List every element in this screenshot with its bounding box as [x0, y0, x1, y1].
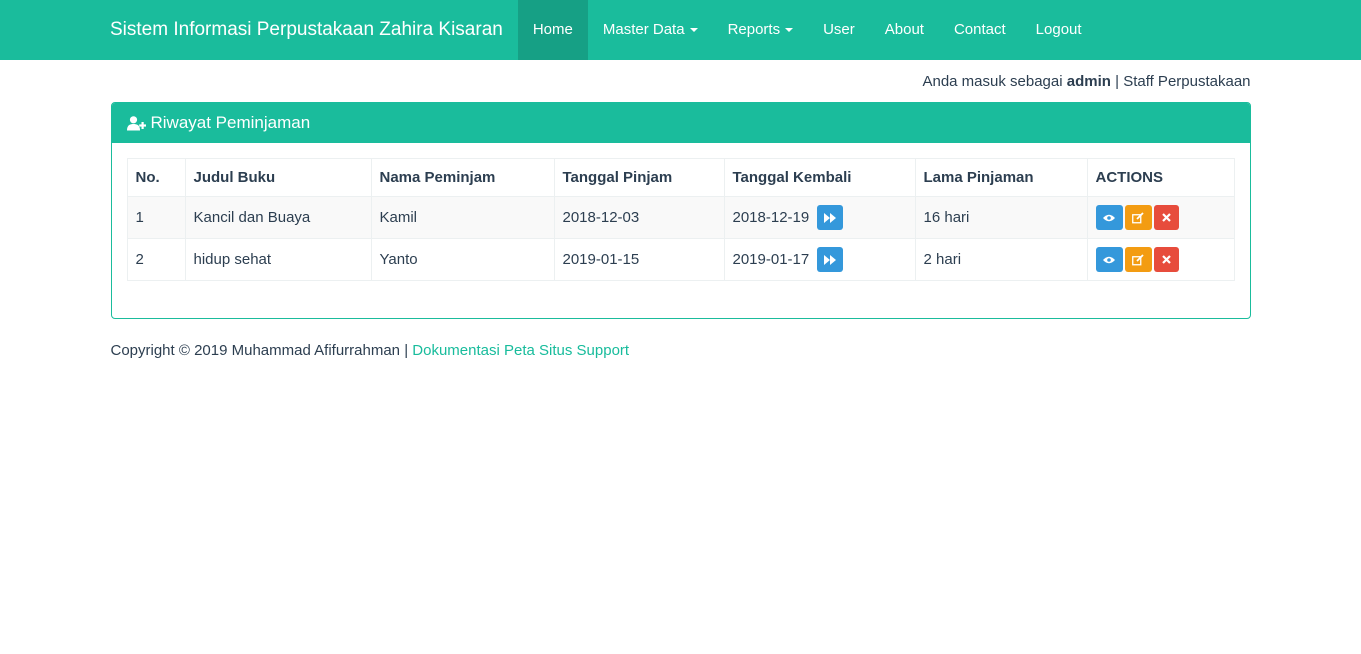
nav-master-data[interactable]: Master Data — [588, 0, 713, 60]
header-actions: ACTIONS — [1086, 158, 1235, 197]
panel-heading: Riwayat Peminjaman — [111, 103, 1250, 143]
nav-contact[interactable]: Contact — [939, 0, 1021, 60]
cell-actions — [1086, 196, 1235, 239]
nav-home[interactable]: Home — [517, 0, 588, 60]
nav-about[interactable]: About — [870, 0, 939, 60]
cell-lama-pinjaman: 2 hari — [914, 238, 1088, 281]
edit-icon — [1132, 211, 1144, 223]
login-info: Anda masuk sebagai admin | Staff Perpust… — [111, 73, 1251, 93]
header-lama-pinjaman: Lama Pinjaman — [914, 158, 1088, 197]
edit-icon — [1132, 253, 1144, 265]
footer-link-peta-situs[interactable]: Peta Situs — [504, 342, 572, 359]
cell-no: 2 — [126, 238, 186, 281]
header-tanggal-kembali: Tanggal Kembali — [723, 158, 916, 197]
return-button[interactable] — [817, 205, 844, 230]
nav-master-data-label: Master Data — [602, 21, 685, 38]
view-button[interactable] — [1095, 205, 1123, 230]
login-username: admin — [1066, 73, 1111, 90]
footer-link-support[interactable]: Support — [577, 342, 630, 359]
header-no: No. — [126, 158, 186, 197]
view-button[interactable] — [1095, 247, 1123, 272]
delete-button[interactable] — [1153, 205, 1179, 230]
return-button[interactable] — [817, 247, 844, 272]
fast-forward-icon — [824, 254, 837, 265]
cell-actions — [1086, 238, 1235, 281]
caret-down-icon — [689, 28, 698, 33]
nav-reports[interactable]: Reports — [713, 0, 809, 60]
nav-user[interactable]: User — [808, 0, 870, 60]
table-row: 1 Kancil dan Buaya Kamil 2018-12-03 2018… — [126, 196, 1235, 239]
header-tanggal-pinjam: Tanggal Pinjam — [553, 158, 725, 197]
header-judul-buku: Judul Buku — [184, 158, 372, 197]
login-prefix: Anda masuk sebagai — [922, 73, 1063, 90]
tanggal-kembali-value: 2019-01-17 — [732, 251, 810, 268]
delete-button[interactable] — [1153, 247, 1179, 272]
header-nama-peminjam: Nama Peminjam — [370, 158, 555, 197]
user-plus-icon — [126, 115, 146, 130]
tanggal-kembali-value: 2018-12-19 — [732, 209, 810, 226]
cell-nama-peminjam: Kamil — [370, 196, 555, 239]
navbar: Sistem Informasi Perpustakaan Zahira Kis… — [0, 0, 1361, 60]
eye-icon — [1103, 214, 1115, 221]
cell-tanggal-kembali: 2018-12-19 — [723, 196, 916, 239]
cell-lama-pinjaman: 16 hari — [914, 196, 1088, 239]
footer-copyright: Copyright © 2019 Muhammad Afifurrahman | — [110, 342, 409, 359]
cell-tanggal-kembali: 2019-01-17 — [723, 238, 916, 281]
cell-nama-peminjam: Yanto — [370, 238, 555, 281]
cell-judul-buku: hidup sehat — [184, 238, 372, 281]
cell-judul-buku: Kancil dan Buaya — [184, 196, 372, 239]
close-icon — [1161, 213, 1171, 222]
history-panel: Riwayat Peminjaman No. Judul Buku Nama P… — [110, 102, 1251, 319]
nav-reports-label: Reports — [727, 21, 781, 38]
footer-link-dokumentasi[interactable]: Dokumentasi — [412, 342, 500, 359]
login-separator: | — [1115, 73, 1120, 90]
eye-icon — [1103, 256, 1115, 263]
footer: Copyright © 2019 Muhammad Afifurrahman |… — [111, 342, 1251, 359]
edit-button[interactable] — [1124, 247, 1152, 272]
panel-title: Riwayat Peminjaman — [150, 113, 311, 132]
loan-history-table: No. Judul Buku Nama Peminjam Tanggal Pin… — [126, 158, 1235, 281]
close-icon — [1161, 255, 1171, 264]
nav-logout[interactable]: Logout — [1021, 0, 1097, 60]
cell-tanggal-pinjam: 2019-01-15 — [553, 238, 725, 281]
fast-forward-icon — [824, 212, 837, 223]
cell-tanggal-pinjam: 2018-12-03 — [553, 196, 725, 239]
caret-down-icon — [785, 28, 794, 33]
edit-button[interactable] — [1124, 205, 1152, 230]
nav-menu: Home Master Data Reports User About Cont… — [517, 0, 1097, 60]
table-header-row: No. Judul Buku Nama Peminjam Tanggal Pin… — [126, 158, 1235, 197]
panel-body: No. Judul Buku Nama Peminjam Tanggal Pin… — [112, 143, 1250, 296]
navbar-brand[interactable]: Sistem Informasi Perpustakaan Zahira Kis… — [110, 0, 503, 60]
table-row: 2 hidup sehat Yanto 2019-01-15 2019-01-1… — [126, 238, 1235, 281]
cell-no: 1 — [126, 196, 186, 239]
login-role: Staff Perpustakaan — [1123, 73, 1251, 90]
main-container: Anda masuk sebagai admin | Staff Perpust… — [110, 73, 1251, 359]
